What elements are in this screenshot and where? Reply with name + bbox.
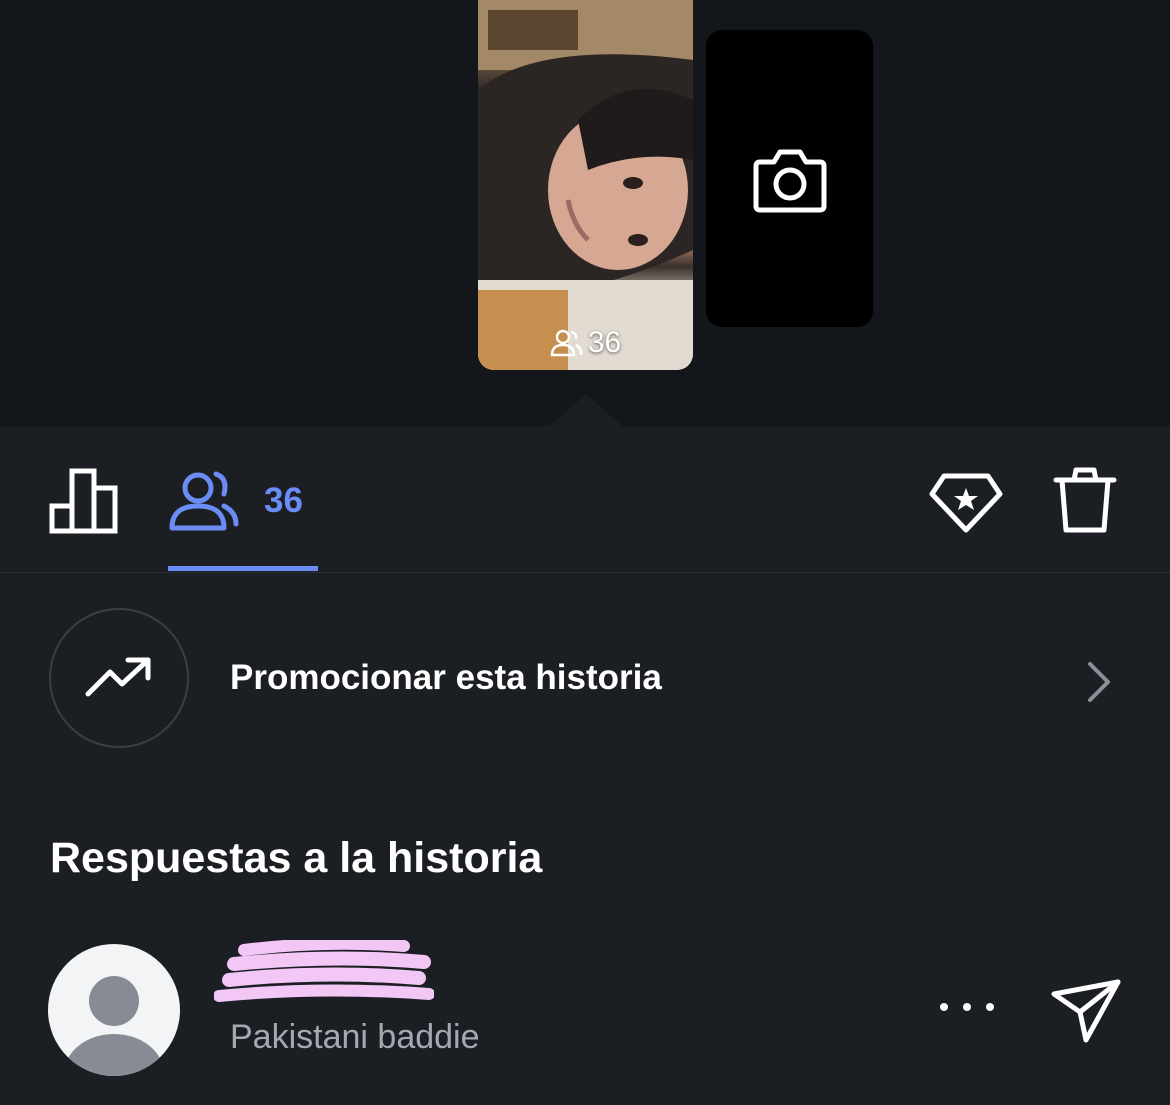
story-replies-title: Respuestas a la historia — [50, 834, 543, 882]
story-pointer — [548, 394, 624, 428]
diamond-star-icon — [929, 473, 1003, 533]
redacted-username — [214, 940, 434, 1002]
camera-icon — [753, 149, 826, 212]
more-options-button[interactable] — [940, 992, 994, 1022]
reply-list-item[interactable]: Pakistani baddie — [0, 940, 1170, 1080]
promote-story-label: Promocionar esta historia — [230, 658, 662, 697]
default-avatar-icon[interactable] — [48, 944, 180, 1076]
add-story-button[interactable] — [706, 30, 873, 327]
trending-up-icon — [85, 657, 151, 697]
tab-viewers[interactable]: 36 — [168, 466, 303, 536]
send-icon — [1051, 979, 1121, 1043]
delete-button[interactable] — [1052, 466, 1118, 536]
story-preview-area: 36 — [0, 0, 1170, 428]
promote-story-row[interactable]: Promocionar esta historia — [0, 608, 1170, 752]
active-tab-indicator — [168, 566, 318, 571]
promote-button[interactable] — [928, 466, 1004, 536]
trash-icon — [1053, 467, 1117, 533]
story-viewer-count: 36 — [587, 326, 622, 359]
reply-subtitle: Pakistani baddie — [230, 1018, 480, 1056]
story-viewer-overlay: 36 — [478, 326, 693, 360]
story-thumbnail[interactable]: 36 — [478, 0, 693, 370]
bar-chart-icon — [49, 468, 118, 534]
chevron-right-icon — [1088, 662, 1110, 702]
tab-stats[interactable] — [48, 466, 120, 534]
promote-icon-circle — [49, 608, 189, 748]
viewers-count: 36 — [264, 481, 303, 520]
viewers-icon — [550, 329, 583, 357]
send-button[interactable] — [1050, 978, 1122, 1044]
story-photo — [478, 0, 693, 370]
viewers-icon — [169, 471, 239, 531]
